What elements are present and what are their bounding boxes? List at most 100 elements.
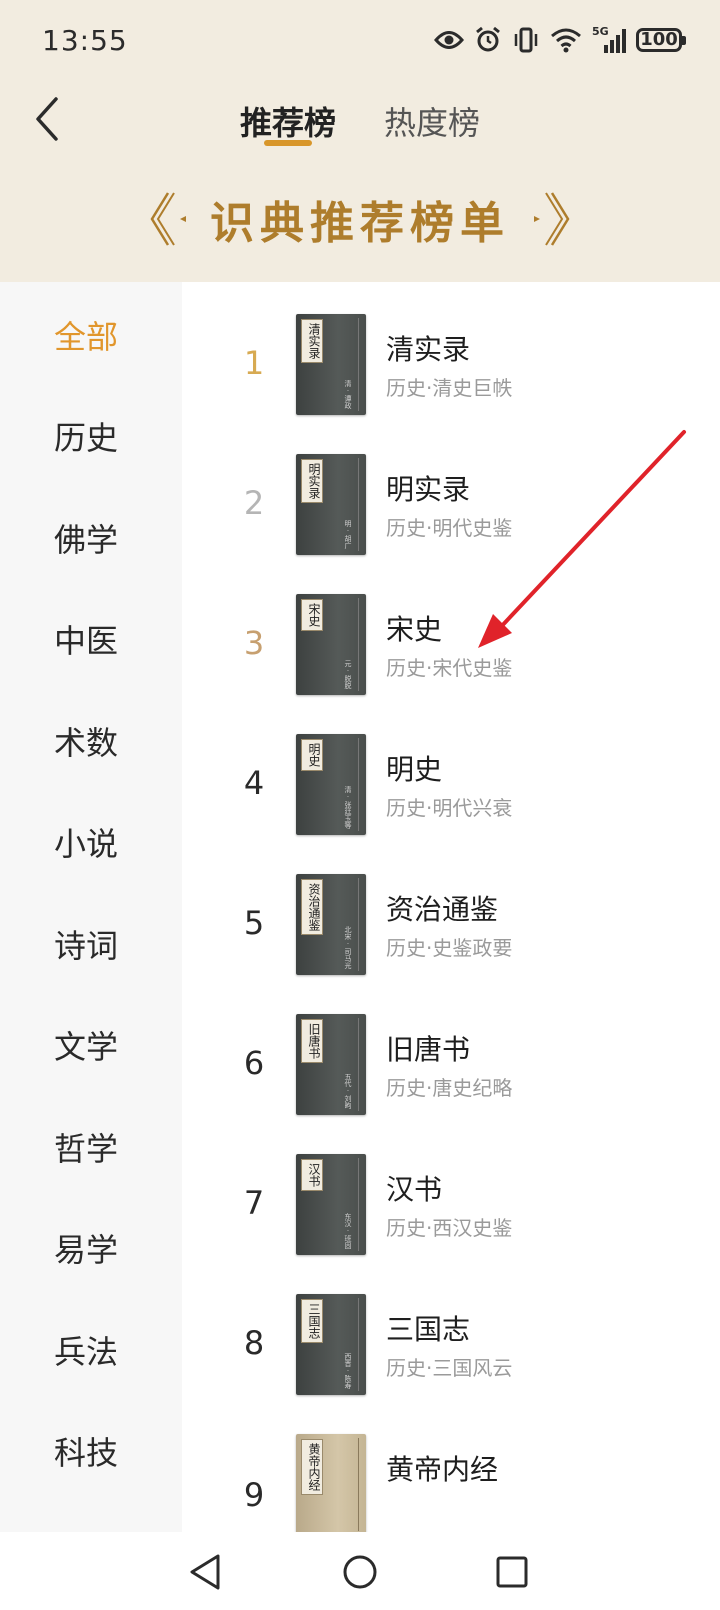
triangle-back-icon	[190, 1554, 220, 1590]
book-title: 黄帝内经	[386, 1453, 499, 1486]
cover-title: 明史	[301, 739, 323, 771]
cover-author: 明·胡广	[344, 520, 352, 549]
category-technology[interactable]: 科技	[0, 1423, 182, 1483]
list-item[interactable]: 4 明史 清·张廷玉等 明史 历史·明代兴衰	[182, 734, 720, 854]
cover-spine	[358, 878, 359, 971]
category-fiction[interactable]: 小说	[0, 814, 182, 874]
category-history[interactable]: 历史	[0, 408, 182, 468]
cover-author: 五代·刘昫	[344, 1073, 352, 1109]
book-title: 旧唐书	[386, 1033, 471, 1066]
system-navigation-bar	[0, 1532, 720, 1610]
category-all[interactable]: 全部	[0, 307, 182, 367]
category-poetry[interactable]: 诗词	[0, 916, 182, 976]
nav-back-button[interactable]	[180, 1546, 232, 1598]
book-cover: 资治通鉴 北宋·司马光	[296, 874, 366, 975]
rank-number: 5	[243, 904, 265, 942]
list-item[interactable]: 1 清实录 清·谭政 清实录 历史·清史巨帙	[182, 314, 720, 434]
rank-number: 7	[243, 1184, 265, 1222]
ranking-banner: 识典推荐榜单	[0, 186, 720, 252]
book-title: 三国志	[386, 1313, 471, 1346]
book-cover: 明实录 明·胡广	[296, 454, 366, 555]
category-literature[interactable]: 文学	[0, 1017, 182, 1077]
book-ranking-list: 1 清实录 清·谭政 清实录 历史·清史巨帙 2 明实录 明·胡广 明实录 历史…	[182, 282, 720, 1532]
header: 13:55 5G 100 推荐榜 热度榜 识典推荐榜单	[0, 0, 720, 282]
bracket-left-icon	[150, 192, 186, 246]
list-item[interactable]: 6 旧唐书 五代·刘昫 旧唐书 历史·唐史纪略	[182, 1014, 720, 1134]
category-military[interactable]: 兵法	[0, 1322, 182, 1382]
book-subtitle: 历史·唐史纪略	[386, 1076, 513, 1100]
category-divination[interactable]: 术数	[0, 713, 182, 773]
category-tcm[interactable]: 中医	[0, 611, 182, 671]
category-buddhism[interactable]: 佛学	[0, 510, 182, 570]
book-subtitle: 历史·三国风云	[386, 1356, 513, 1380]
nav-home-button[interactable]	[334, 1546, 386, 1598]
cover-title: 汉书	[301, 1159, 323, 1191]
back-chevron-icon	[36, 97, 58, 141]
list-item[interactable]: 7 汉书 东汉·班固 汉书 历史·西汉史鉴	[182, 1154, 720, 1274]
back-button[interactable]	[28, 96, 68, 142]
book-subtitle: 历史·清史巨帙	[386, 376, 513, 400]
status-time: 13:55	[42, 24, 128, 57]
nav-recents-button[interactable]	[486, 1546, 538, 1598]
eye-icon	[434, 31, 464, 49]
tab-popularity[interactable]: 热度榜	[384, 98, 480, 144]
cover-author: 清·谭政	[344, 380, 352, 409]
rank-number: 4	[243, 764, 265, 802]
cover-title: 宋史	[301, 599, 323, 631]
category-yixue[interactable]: 易学	[0, 1220, 182, 1280]
book-cover: 三国志 西晋·陈寿	[296, 1294, 366, 1395]
cover-title: 资治通鉴	[301, 879, 323, 935]
list-item[interactable]: 2 明实录 明·胡广 明实录 历史·明代史鉴	[182, 454, 720, 574]
list-item[interactable]: 8 三国志 西晋·陈寿 三国志 历史·三国风云	[182, 1294, 720, 1414]
list-item[interactable]: 3 宋史 元·脱脱 宋史 历史·宋代史鉴	[182, 594, 720, 714]
book-cover: 明史 清·张廷玉等	[296, 734, 366, 835]
cover-title: 三国志	[301, 1299, 323, 1343]
cover-title: 明实录	[301, 459, 323, 503]
bracket-right-icon	[534, 192, 570, 246]
cover-spine	[358, 1018, 359, 1111]
book-subtitle: 历史·史鉴政要	[386, 936, 513, 960]
rank-number: 3	[243, 624, 265, 662]
cover-author: 东汉·班固	[344, 1213, 352, 1249]
book-subtitle: 历史·宋代史鉴	[386, 656, 513, 680]
network-type: 5G	[592, 25, 609, 38]
circle-home-icon	[343, 1555, 377, 1589]
book-subtitle: 历史·西汉史鉴	[386, 1216, 513, 1240]
cover-title: 旧唐书	[301, 1019, 323, 1063]
book-cover: 清实录 清·谭政	[296, 314, 366, 415]
tab-recommend[interactable]: 推荐榜	[240, 98, 336, 144]
category-philosophy[interactable]: 哲学	[0, 1119, 182, 1179]
cover-title: 黄帝内经	[301, 1439, 323, 1495]
cover-author: 北宋·司马光	[344, 926, 352, 969]
rank-number: 6	[243, 1044, 265, 1082]
cover-author: 西晋·陈寿	[344, 1353, 352, 1389]
signal-icon: 5G	[592, 25, 626, 53]
cover-spine	[358, 1158, 359, 1251]
list-item[interactable]: 9 黄帝内经 黄帝内经	[182, 1434, 720, 1532]
category-sidebar: 全部 历史 佛学 中医 术数 小说 诗词 文学 哲学 易学 兵法 科技	[0, 282, 182, 1532]
battery-indicator: 100	[636, 28, 686, 52]
book-cover: 黄帝内经	[296, 1434, 366, 1532]
cover-spine	[358, 738, 359, 831]
cover-author: 元·脱脱	[344, 660, 352, 689]
active-tab-indicator	[264, 140, 312, 146]
rank-number: 8	[243, 1324, 265, 1362]
rank-number: 9	[243, 1476, 265, 1514]
book-cover: 宋史 元·脱脱	[296, 594, 366, 695]
list-item[interactable]: 5 资治通鉴 北宋·司马光 资治通鉴 历史·史鉴政要	[182, 874, 720, 994]
cover-spine	[358, 1438, 359, 1531]
book-title: 清实录	[386, 333, 471, 366]
book-title: 明史	[386, 753, 443, 786]
cover-spine	[358, 458, 359, 551]
book-title: 明实录	[386, 473, 471, 506]
cover-author: 清·张廷玉等	[344, 786, 352, 829]
book-subtitle: 历史·明代史鉴	[386, 516, 513, 540]
cover-spine	[358, 598, 359, 691]
book-title: 资治通鉴	[386, 893, 499, 926]
book-subtitle: 历史·明代兴衰	[386, 796, 513, 820]
cover-spine	[358, 1298, 359, 1391]
status-bar-icons: 5G 100	[434, 22, 686, 58]
rank-number: 2	[243, 484, 265, 522]
book-cover: 旧唐书 五代·刘昫	[296, 1014, 366, 1115]
book-cover: 汉书 东汉·班固	[296, 1154, 366, 1255]
